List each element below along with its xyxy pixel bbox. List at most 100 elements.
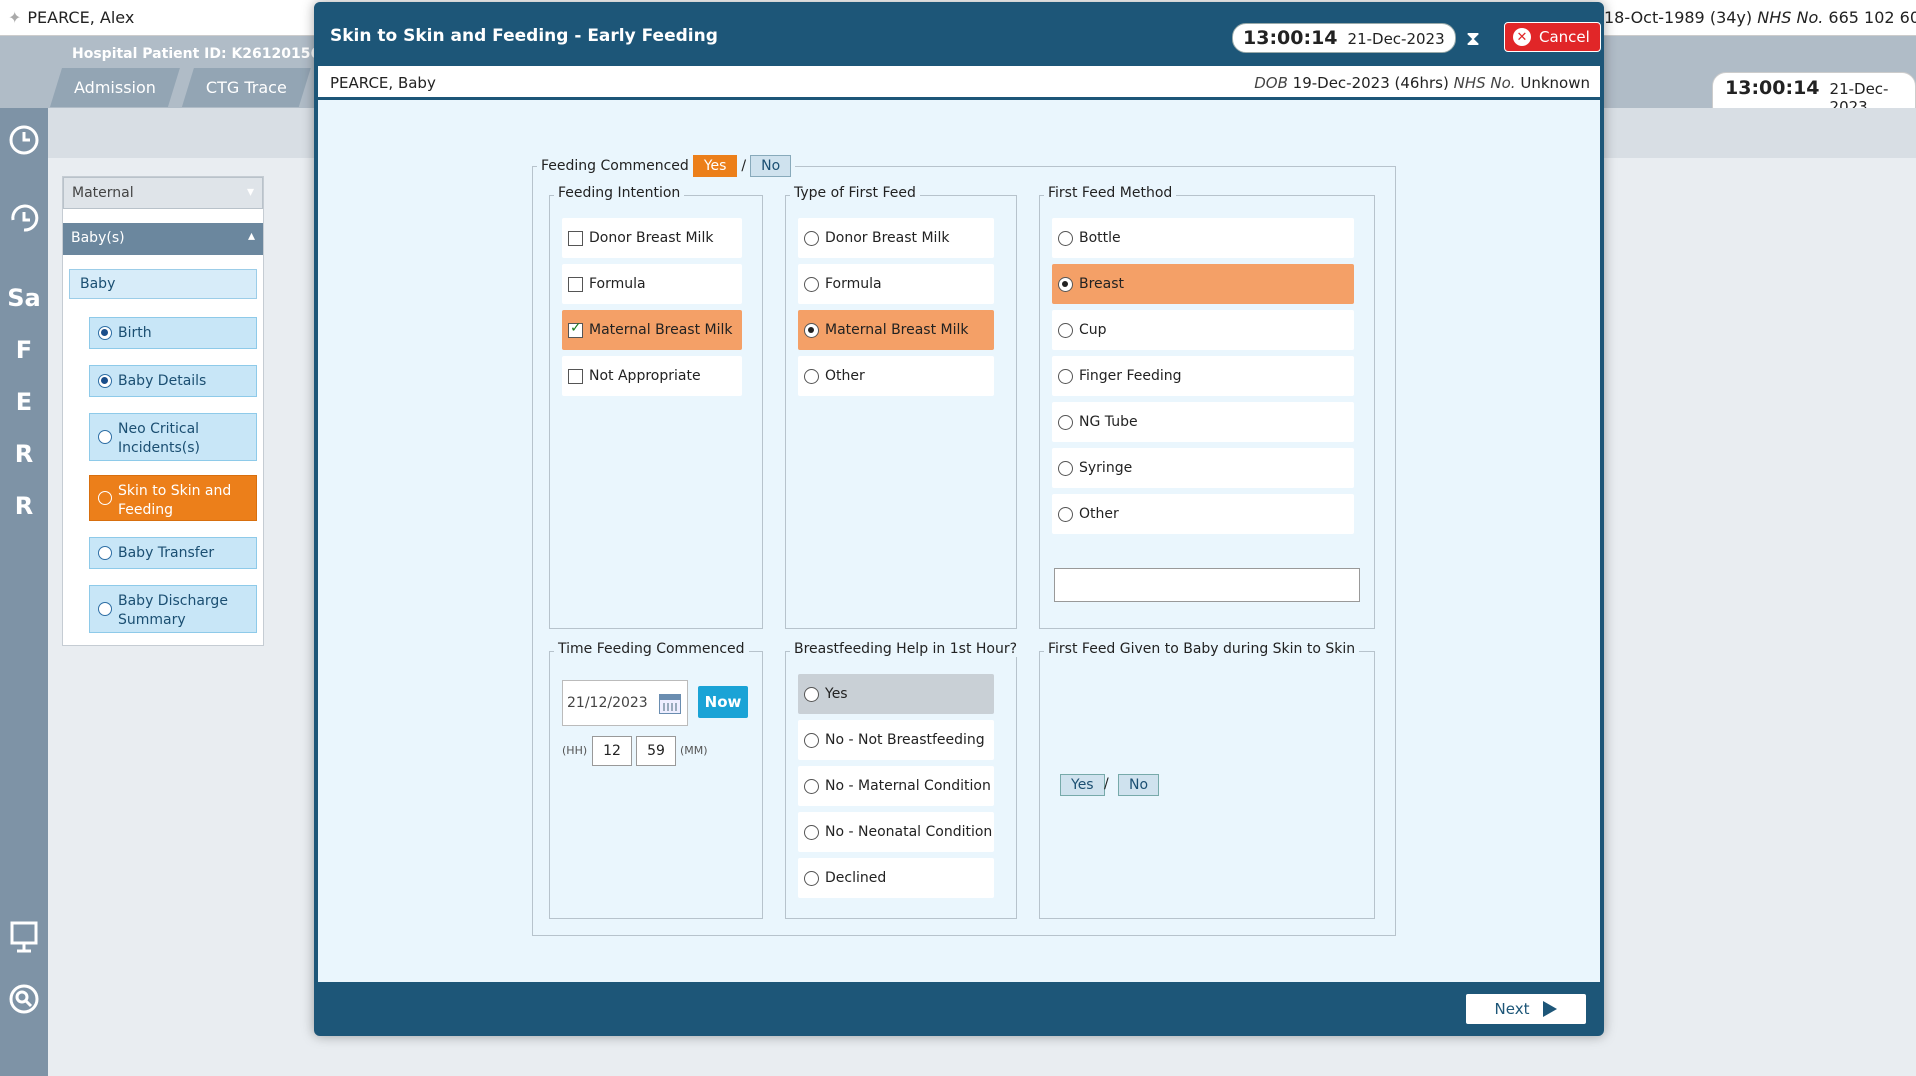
radio-selected-icon (1058, 276, 1073, 292)
help-yes[interactable]: Yes (798, 674, 994, 714)
history-clock-icon[interactable] (0, 200, 48, 240)
skin-feed-no-button[interactable]: No (1118, 774, 1160, 796)
help-declined[interactable]: Declined (798, 858, 994, 898)
feeding-commenced-group: Feeding Commenced Yes / No Feeding Inten… (532, 155, 1396, 936)
chevron-up-icon: ▴ (247, 228, 255, 244)
play-arrow-icon (1543, 1001, 1558, 1017)
radio-icon (1058, 414, 1073, 430)
tab-strip: Admission CTG Trace (50, 68, 311, 107)
date-field[interactable]: 21/12/2023 (562, 680, 688, 726)
radio-icon (98, 602, 112, 616)
hour-field[interactable]: 12 (592, 736, 632, 766)
rail-sa[interactable]: Sa (0, 284, 48, 312)
patient-name: ✦ PEARCE, Alex (8, 8, 135, 27)
method-breast[interactable]: Breast (1052, 264, 1354, 304)
sidebar-item-baby-discharge[interactable]: Baby Discharge Summary (89, 585, 257, 633)
patient-dob-nhs: 18-Oct-1989 (34y) NHS No. 665 102 6015 (1604, 8, 1916, 27)
radio-icon (1058, 230, 1073, 246)
method-finger-feeding[interactable]: Finger Feeding (1052, 356, 1354, 396)
tab-admission[interactable]: Admission (50, 68, 180, 107)
search-icon[interactable] (0, 982, 48, 1022)
method-ng-tube[interactable]: NG Tube (1052, 402, 1354, 442)
feeding-intention-label: Feeding Intention (554, 185, 685, 201)
radio-icon (1058, 368, 1073, 384)
minute-field[interactable]: 59 (636, 736, 676, 766)
radio-icon (804, 230, 819, 246)
checkbox-icon (568, 276, 583, 292)
type-maternal-breast-milk[interactable]: Maternal Breast Milk (798, 310, 994, 350)
intention-donor-breast-milk[interactable]: Donor Breast Milk (562, 218, 742, 258)
monitor-icon[interactable] (0, 920, 48, 960)
star-icon[interactable]: ✦ (8, 8, 21, 27)
radio-icon (1058, 322, 1073, 338)
radio-icon (98, 546, 112, 560)
radio-icon (804, 778, 819, 794)
method-cup[interactable]: Cup (1052, 310, 1354, 350)
breastfeeding-help-group: Breastfeeding Help in 1st Hour? Yes No -… (785, 641, 1022, 919)
skin-feed-yes-button[interactable]: Yes (1060, 774, 1105, 796)
rail-e[interactable]: E (0, 388, 48, 416)
method-syringe[interactable]: Syringe (1052, 448, 1354, 488)
modal-title: Skin to Skin and Feeding - Early Feeding (330, 26, 718, 46)
sidebar-item-neo-critical[interactable]: Neo Critical Incidents(s) (89, 413, 257, 461)
checkbox-checked-icon (568, 320, 583, 338)
help-no-neonatal-condition[interactable]: No - Neonatal Condition (798, 812, 994, 852)
radio-icon (804, 368, 819, 384)
sidebar-item-baby-transfer[interactable]: Baby Transfer (89, 537, 257, 569)
baby-name: PEARCE, Baby (330, 74, 436, 92)
left-rail: Sa F E R R (0, 108, 48, 1076)
feeding-commenced-toggle: Feeding Commenced Yes / No (537, 155, 796, 177)
time-feeding-commenced-label: Time Feeding Commenced (554, 641, 749, 657)
calendar-icon[interactable] (659, 694, 681, 714)
radio-icon (1058, 506, 1073, 522)
radio-icon (804, 732, 819, 748)
type-first-feed-label: Type of First Feed (790, 185, 920, 201)
cancel-button[interactable]: ✕ Cancel (1504, 22, 1601, 52)
breastfeeding-help-label: Breastfeeding Help in 1st Hour? (790, 641, 1022, 657)
feeding-commenced-yes[interactable]: Yes (692, 155, 738, 177)
close-icon: ✕ (1513, 28, 1531, 46)
radio-icon (1058, 460, 1073, 476)
first-feed-skin-group: First Feed Given to Baby during Skin to … (1039, 641, 1375, 919)
modal-header: Skin to Skin and Feeding - Early Feeding… (318, 6, 1601, 66)
sidebar-item-baby-details[interactable]: Baby Details (89, 365, 257, 397)
chevron-down-icon: ▾ (246, 184, 254, 200)
method-other[interactable]: Other (1052, 494, 1354, 534)
rail-r1[interactable]: R (0, 440, 48, 468)
checkbox-icon (568, 230, 583, 246)
intention-not-appropriate[interactable]: Not Appropriate (562, 356, 742, 396)
sidebar-item-baby[interactable]: Baby (69, 269, 257, 299)
help-no-not-breastfeeding[interactable]: No - Not Breastfeeding (798, 720, 994, 760)
sidebar-item-birth[interactable]: Birth (89, 317, 257, 349)
method-bottle[interactable]: Bottle (1052, 218, 1354, 258)
help-no-maternal-condition[interactable]: No - Maternal Condition (798, 766, 994, 806)
modal-footer: Next (318, 982, 1600, 1032)
clock-icon[interactable] (0, 122, 48, 162)
hh-label: (HH) (562, 744, 588, 757)
radio-icon (98, 430, 112, 444)
type-donor-breast-milk[interactable]: Donor Breast Milk (798, 218, 994, 258)
type-first-feed-group: Type of First Feed Donor Breast Milk For… (785, 185, 1017, 629)
intention-formula[interactable]: Formula (562, 264, 742, 304)
sidenav: Maternal ▾ Baby(s) ▴ Baby Birth Baby Det… (62, 176, 264, 646)
method-other-text-field[interactable] (1054, 568, 1360, 602)
next-button[interactable]: Next (1466, 994, 1586, 1024)
filter-icon[interactable]: ⧗ (1466, 26, 1480, 50)
first-feed-method-label: First Feed Method (1044, 185, 1177, 201)
baby-banner: PEARCE, Baby DOB 19-Dec-2023 (46hrs) NHS… (318, 66, 1600, 100)
intention-maternal-breast-milk[interactable]: Maternal Breast Milk (562, 310, 742, 350)
type-other[interactable]: Other (798, 356, 994, 396)
rail-f[interactable]: F (0, 336, 48, 364)
time-feeding-commenced-group: Time Feeding Commenced 21/12/2023 Now (H… (549, 641, 763, 919)
modal-clock: 13:00:14 21-Dec-2023 (1232, 23, 1456, 53)
sidebar-item-skin-to-skin[interactable]: Skin to Skin and Feeding (89, 475, 257, 521)
feeding-modal: Skin to Skin and Feeding - Early Feeding… (314, 2, 1604, 1036)
maternal-dropdown[interactable]: Maternal ▾ (63, 177, 263, 209)
type-formula[interactable]: Formula (798, 264, 994, 304)
tab-ctg-trace[interactable]: CTG Trace (182, 68, 311, 107)
feeding-commenced-no[interactable]: No (750, 155, 792, 177)
first-feed-method-group: First Feed Method Bottle Breast Cup Fing… (1039, 185, 1375, 629)
now-button[interactable]: Now (698, 686, 748, 718)
babies-header[interactable]: Baby(s) ▴ (63, 223, 263, 255)
rail-r2[interactable]: R (0, 492, 48, 520)
